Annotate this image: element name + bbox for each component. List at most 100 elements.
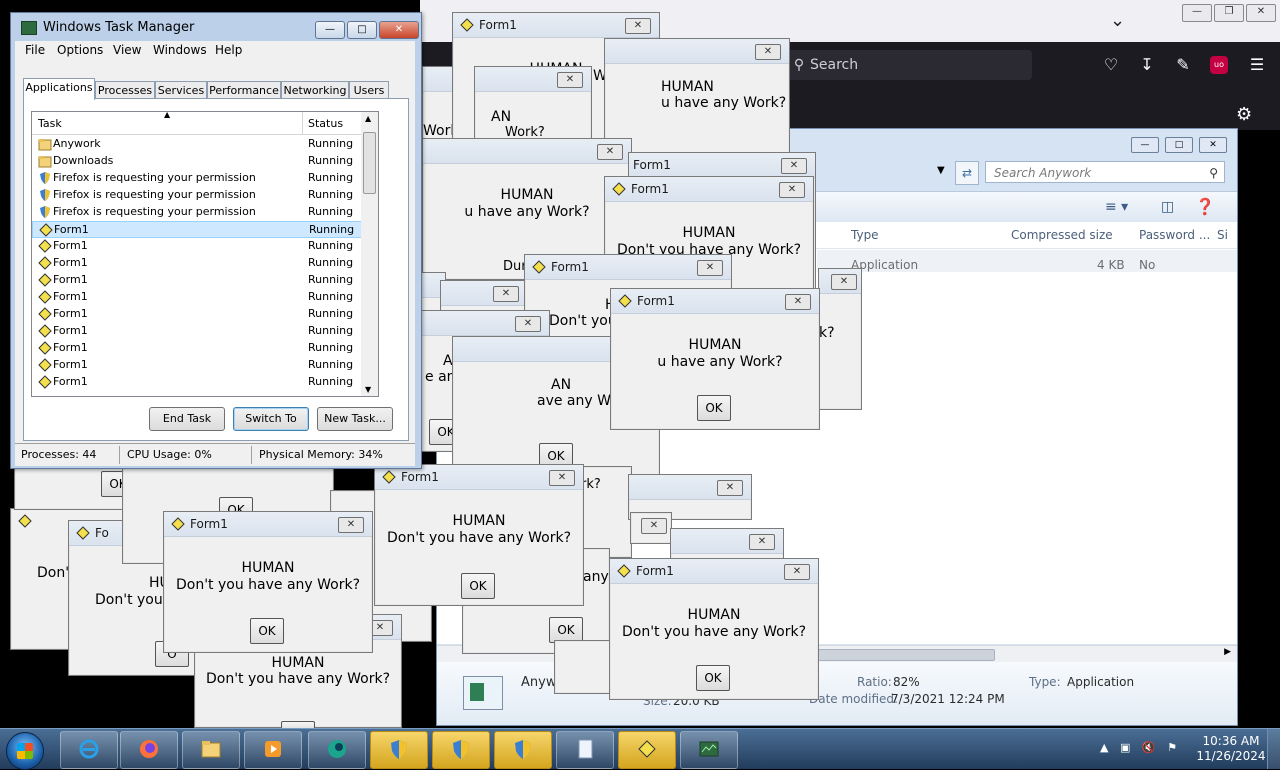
scroll-up-icon[interactable]: ▲ [365,114,371,123]
menu-options[interactable]: Options [57,43,103,57]
task-row[interactable]: Downloads Running [32,153,362,170]
scroll-down-icon[interactable]: ▼ [365,385,371,394]
close-icon[interactable]: ✕ [515,316,541,332]
menu-view[interactable]: View [113,43,141,57]
taskbar-media-player[interactable] [244,731,302,769]
tab-applications[interactable]: Applications [23,78,95,100]
minimize-button[interactable]: — [1131,137,1159,153]
taskbar-document[interactable] [556,731,614,769]
close-icon[interactable]: ✕ [625,18,651,34]
close-icon[interactable]: ✕ [697,260,723,276]
end-task-button[interactable]: End Task [149,407,225,431]
task-row[interactable]: Form1 Running [32,357,362,374]
task-row[interactable]: Firefox is requesting your permission Run… [32,170,362,187]
task-row[interactable]: Form1 Running [32,221,362,238]
close-button[interactable]: ✕ [379,21,419,39]
minimize-button[interactable]: — [315,21,345,39]
tab-networking[interactable]: Networking [281,81,349,99]
taskbar-uac-3[interactable] [494,731,552,769]
new-task-button[interactable]: New Task... [317,407,393,431]
task-row[interactable]: Form1 Running [32,238,362,255]
maximize-button[interactable]: □ [347,21,377,39]
menu-help[interactable]: Help [215,43,242,57]
maximize-button[interactable]: □ [1165,137,1193,153]
tab-services[interactable]: Services [155,81,207,99]
help-icon[interactable]: ❓ [1195,197,1215,216]
task-row[interactable]: Form1 Running [32,289,362,306]
pocket-icon[interactable]: ♡ [1100,54,1122,76]
task-row[interactable]: Firefox is requesting your permission Run… [32,187,362,204]
menu-windows[interactable]: Windows [153,43,207,57]
close-icon[interactable]: ✕ [785,294,811,310]
close-icon[interactable]: ✕ [338,517,364,533]
taskbar-explorer[interactable] [182,731,240,769]
window-title[interactable]: Windows Task Manager [21,20,194,35]
ublock-icon[interactable]: uo [1210,56,1228,74]
taskbar-task-manager[interactable] [680,731,738,769]
taskbar-form1[interactable] [618,731,676,769]
taskbar-clock[interactable]: 10:36 AM 11/26/2024 [1196,734,1266,764]
taskbar-uac-1[interactable] [370,731,428,769]
close-icon[interactable]: ✕ [549,470,575,486]
task-row[interactable]: Form1 Running [32,340,362,357]
preview-pane-icon[interactable]: ◫ [1161,199,1174,215]
view-options-icon[interactable]: ≡ ▾ [1105,199,1128,215]
close-icon[interactable]: ✕ [641,518,667,534]
ok-button[interactable]: OK [697,395,731,421]
close-icon[interactable]: ✕ [755,44,781,60]
close-icon[interactable]: ✕ [557,72,583,88]
close-button[interactable]: ✕ [1199,137,1227,153]
close-icon[interactable]: ✕ [784,564,810,580]
task-row[interactable]: Form1 Running [32,272,362,289]
close-icon[interactable]: ✕ [749,534,775,550]
gear-icon[interactable]: ⚙ [1236,104,1252,125]
download-icon[interactable]: ↧ [1136,54,1158,76]
chevron-down-icon[interactable]: ⌄ [1110,10,1125,31]
task-row[interactable]: Anywork Running [32,136,362,153]
task-row[interactable]: Form1 Running [32,255,362,272]
close-icon[interactable]: ✕ [717,480,743,496]
close-icon[interactable]: ✕ [597,144,623,160]
network-icon[interactable]: ▣ [1120,741,1130,754]
vertical-scrollbar[interactable]: ▲ ▼ [361,111,379,397]
refresh-icon[interactable]: ⇄ [955,161,979,185]
taskbar-ie[interactable] [60,731,118,769]
column-type[interactable]: Type [851,228,879,242]
ok-button[interactable]: OK [250,618,284,644]
start-button[interactable] [6,732,44,770]
column-password[interactable]: Password ... [1139,228,1210,242]
restore-button[interactable]: ❐ [1214,4,1244,22]
column-size[interactable]: Si [1217,228,1228,242]
tray-expand-icon[interactable]: ▲ [1100,741,1108,754]
minimize-button[interactable]: — [1182,4,1212,22]
task-row[interactable]: Form1 Running [32,306,362,323]
close-icon[interactable]: ✕ [493,286,519,302]
close-icon[interactable]: ✕ [779,182,805,198]
tab-processes[interactable]: Processes [95,81,155,99]
action-center-flag-icon[interactable]: ⚑ [1167,741,1177,754]
close-icon[interactable]: ✕ [831,274,857,290]
menu-icon[interactable]: ☰ [1246,54,1268,76]
extensions-icon[interactable]: ✎ [1172,54,1194,76]
switch-to-button[interactable]: Switch To [233,407,309,431]
task-row[interactable]: Form1 Running [32,374,362,391]
scroll-right-icon[interactable]: ▶ [1224,647,1231,657]
ok-button[interactable]: OK [461,573,495,599]
firefox-search-bar[interactable]: ⚲ Search [784,50,1032,80]
column-status[interactable]: Status [308,117,343,130]
close-button[interactable]: ✕ [1246,4,1276,22]
task-row[interactable]: Form1 Running [32,323,362,340]
taskbar-uac-2[interactable] [432,731,490,769]
taskbar-app[interactable] [308,731,366,769]
explorer-search-input[interactable]: Search Anywork ⚲ [985,161,1225,183]
show-desktop-button[interactable] [1267,729,1280,769]
ok-button[interactable]: OK [696,665,730,691]
task-row[interactable]: Firefox is requesting your permission Run… [32,204,362,221]
taskbar-firefox[interactable] [120,731,178,769]
volume-muted-icon[interactable]: 🔇 [1142,741,1156,754]
tab-users[interactable]: Users [349,81,389,99]
close-icon[interactable]: ✕ [781,158,807,174]
tab-performance[interactable]: Performance [207,81,281,99]
column-task[interactable]: Task [38,117,62,130]
column-compressed-size[interactable]: Compressed size [1011,228,1113,242]
